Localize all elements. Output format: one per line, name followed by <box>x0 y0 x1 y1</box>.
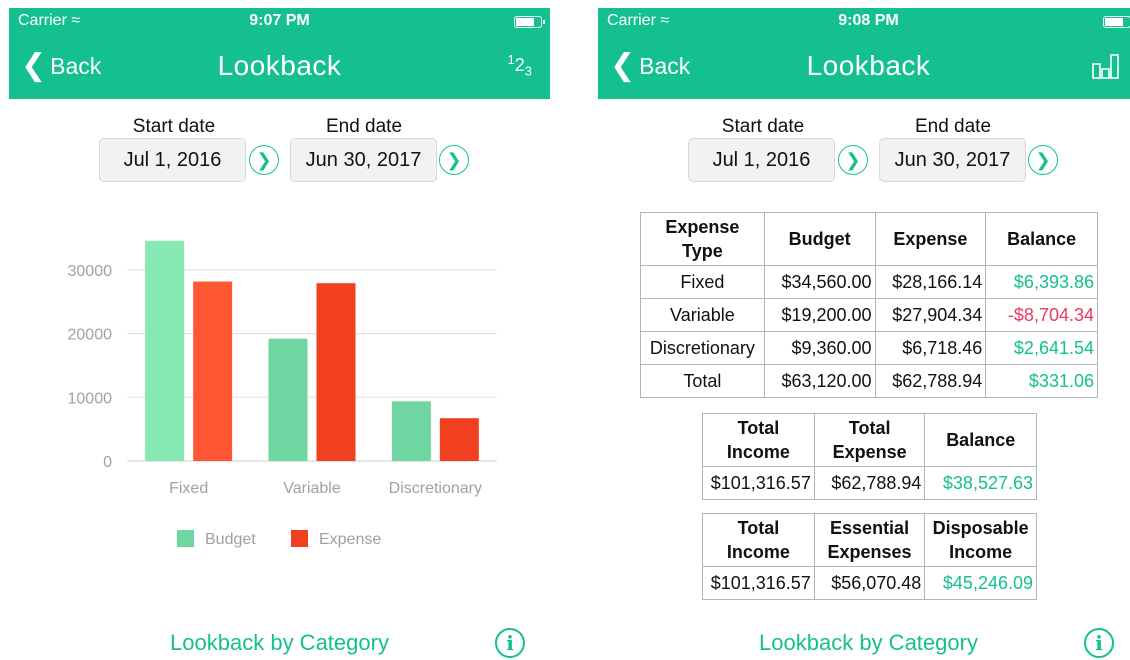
legend-swatch <box>177 530 194 547</box>
column-header: Total Income <box>702 413 815 467</box>
table-row: Fixed $34,560.00 $28,166.14 $6,393.86 <box>640 265 1098 299</box>
battery-icon <box>514 16 545 28</box>
table-row: Total $63,120.00 $62,788.94 $331.06 <box>640 364 1098 398</box>
info-icon[interactable]: i <box>495 628 525 658</box>
column-header: Expense <box>874 212 987 266</box>
end-date-field[interactable]: Jun 30, 2017 <box>290 138 437 182</box>
x-tick-label: Variable <box>283 480 341 497</box>
expense-cell: $28,166.14 <box>874 265 987 299</box>
y-tick-label: 10000 <box>68 390 113 407</box>
expense-bar <box>193 281 233 461</box>
budget-bar <box>391 401 431 461</box>
status-bar: Carrier ≈ 9:07 PM <box>9 8 550 36</box>
end-date-value: Jun 30, 2017 <box>894 148 1011 171</box>
legend-swatch <box>291 530 308 547</box>
end-date-field[interactable]: Jun 30, 2017 <box>879 138 1026 182</box>
column-header: Budget <box>763 212 876 266</box>
total-income-cell: $101,316.57 <box>702 466 815 500</box>
start-date-chevron-icon[interactable]: ❯ <box>249 145 279 175</box>
table-row: Discretionary $9,360.00 $6,718.46 $2,641… <box>640 331 1098 365</box>
column-header: Expense Type <box>640 212 765 266</box>
lookback-by-category-link[interactable]: Lookback by Category <box>9 630 550 656</box>
balance-cell: $38,527.63 <box>924 466 1037 500</box>
column-header: Essential Expenses <box>813 513 926 567</box>
x-tick-label: Fixed <box>169 480 208 497</box>
numbers-toggle-button[interactable]: 123 <box>508 52 532 79</box>
end-date-label: End date <box>914 116 992 137</box>
essential-expenses-cell: $56,070.48 <box>813 566 926 600</box>
balance-cell: $331.06 <box>985 364 1098 398</box>
status-time: 9:08 PM <box>838 12 899 29</box>
expense-type-cell: Discretionary <box>640 331 765 365</box>
expense-cell: $62,788.94 <box>874 364 987 398</box>
expense-bar <box>439 418 479 461</box>
budget-bar <box>268 338 308 461</box>
expense-cell: $27,904.34 <box>874 298 987 332</box>
expense-type-cell: Fixed <box>640 265 765 299</box>
table-row: $101,316.57 $62,788.94 $38,527.63 <box>702 466 1037 500</box>
disposable-income-table: Total Income Essential Expenses Disposab… <box>702 513 1037 600</box>
disposable-income-cell: $45,246.09 <box>924 566 1037 600</box>
start-date-value: Jul 1, 2016 <box>712 148 811 171</box>
nav-bar: Carrier ≈ 9:08 PM ❮ Back Lookback <box>598 8 1130 99</box>
y-tick-label: 20000 <box>68 327 113 344</box>
column-header: Balance <box>985 212 1098 266</box>
expense-cell: $6,718.46 <box>874 331 987 365</box>
end-date-chevron-icon[interactable]: ❯ <box>439 145 469 175</box>
column-header: Total Income <box>702 513 815 567</box>
123-numbers-icon: 123 <box>507 52 532 79</box>
status-time: 9:07 PM <box>249 12 310 29</box>
end-date-chevron-icon[interactable]: ❯ <box>1028 145 1058 175</box>
expense-type-cell: Variable <box>640 298 765 332</box>
table-header-row: Total Income Total Expense Balance <box>702 413 1037 467</box>
income-balance-table: Total Income Total Expense Balance $101,… <box>702 413 1037 500</box>
end-date-value: Jun 30, 2017 <box>305 148 422 171</box>
y-tick-label: 0 <box>103 454 112 471</box>
start-date-field[interactable]: Jul 1, 2016 <box>99 138 246 182</box>
start-date-label: Start date <box>132 116 216 137</box>
end-date-label: End date <box>325 116 403 137</box>
start-date-label: Start date <box>721 116 805 137</box>
expense-summary-table: Expense Type Budget Expense Balance Fixe… <box>640 212 1098 398</box>
budget-cell: $34,560.00 <box>763 265 876 299</box>
expense-bar <box>316 283 356 461</box>
total-income-cell: $101,316.57 <box>702 566 815 600</box>
table-row: Variable $19,200.00 $27,904.34 -$8,704.3… <box>640 298 1098 332</box>
status-bar: Carrier ≈ 9:08 PM <box>598 8 1130 36</box>
column-header: Total Expense <box>813 413 926 467</box>
start-date-chevron-icon[interactable]: ❯ <box>838 145 868 175</box>
info-icon[interactable]: i <box>1084 628 1114 658</box>
expense-type-cell: Total <box>640 364 765 398</box>
budget-cell: $19,200.00 <box>763 298 876 332</box>
legend-label: Budget <box>205 531 256 548</box>
expense-bar-chart: 0 10000 20000 30000 Fixed Variable Discretiona… <box>68 240 497 548</box>
balance-cell: $6,393.86 <box>985 265 1098 299</box>
balance-cell: -$8,704.34 <box>985 298 1098 332</box>
budget-bar <box>145 240 185 461</box>
budget-cell: $9,360.00 <box>763 331 876 365</box>
bar-chart-icon <box>1092 54 1119 79</box>
page-title: Lookback <box>217 50 342 81</box>
battery-icon <box>1103 16 1130 28</box>
table-row: $101,316.57 $56,070.48 $45,246.09 <box>702 566 1037 600</box>
nav-bar: Carrier ≈ 9:07 PM ❮ Back Lookback 123 <box>9 8 550 99</box>
right-screen: Carrier ≈ 9:08 PM ❮ Back Lookback Start … <box>598 8 1130 660</box>
lookback-by-category-link[interactable]: Lookback by Category <box>598 630 1130 656</box>
balance-cell: $2,641.54 <box>985 331 1098 365</box>
left-screen: Carrier ≈ 9:07 PM ❮ Back Lookback 123 St… <box>9 8 550 660</box>
page-title: Lookback <box>806 50 931 81</box>
start-date-value: Jul 1, 2016 <box>123 148 222 171</box>
start-date-field[interactable]: Jul 1, 2016 <box>688 138 835 182</box>
y-tick-label: 30000 <box>68 263 113 280</box>
budget-cell: $63,120.00 <box>763 364 876 398</box>
legend-label: Expense <box>319 531 381 548</box>
x-tick-label: Discretionary <box>389 480 482 497</box>
column-header: Balance <box>924 413 1037 467</box>
column-header: Disposable Income <box>924 513 1037 567</box>
chart-toggle-button[interactable] <box>1091 52 1121 85</box>
total-expense-cell: $62,788.94 <box>813 466 926 500</box>
table-header-row: Total Income Essential Expenses Disposab… <box>702 513 1037 567</box>
table-header-row: Expense Type Budget Expense Balance <box>640 212 1098 266</box>
